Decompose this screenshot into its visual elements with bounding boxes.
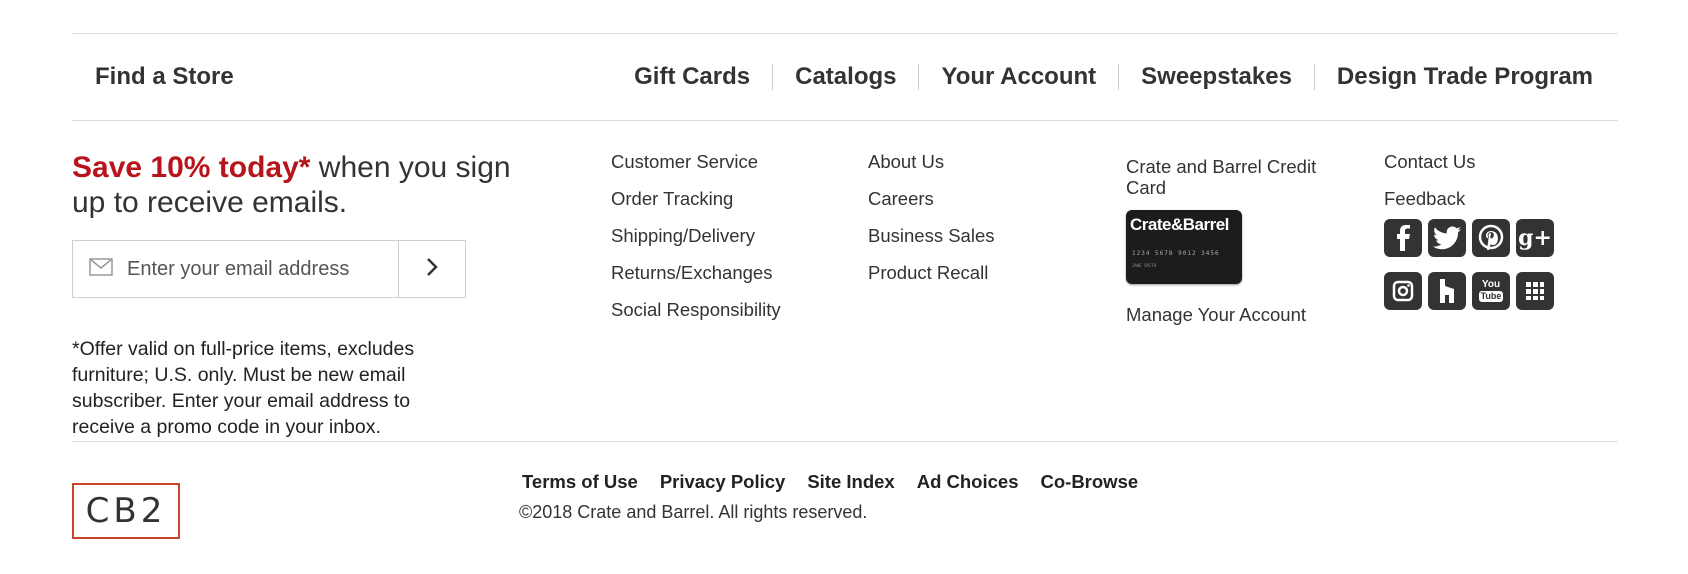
offer-disclaimer: *Offer valid on full-price items, exclud… [72, 338, 415, 438]
manage-account-link[interactable]: Manage Your Account [1126, 304, 1326, 326]
grid-app-icon[interactable] [1516, 272, 1554, 310]
nav-catalogs[interactable]: Catalogs [795, 63, 896, 91]
find-a-store-link[interactable]: Find a Store [95, 63, 234, 91]
card-number: 1234 5678 9012 3456 [1132, 250, 1220, 257]
card-brand-logo: Crate&Barrel [1130, 215, 1229, 234]
signup-headline: Save 10% today* when you sign up to rece… [72, 150, 512, 220]
credit-card-column: Crate and Barrel Credit Card Crate&Barre… [1126, 156, 1326, 326]
contact-column: Contact Us Feedback g+ You Tube [1384, 151, 1554, 310]
link-terms-of-use[interactable]: Terms of Use [522, 471, 638, 493]
card-holder-name: JANE SMITH [1132, 263, 1157, 268]
pinterest-icon[interactable] [1472, 219, 1510, 257]
youtube-label-top: You [1481, 279, 1501, 290]
nav-separator [772, 64, 774, 90]
google-plus-icon[interactable]: g+ [1516, 219, 1554, 257]
link-product-recall[interactable]: Product Recall [868, 262, 994, 299]
email-signup-form [72, 240, 466, 298]
top-nav: Find a Store Gift Cards Catalogs Your Ac… [72, 33, 1618, 120]
link-order-tracking[interactable]: Order Tracking [611, 188, 781, 225]
bottom-divider [72, 441, 1618, 442]
email-input-wrap [73, 241, 398, 297]
email-submit-button[interactable] [398, 241, 465, 297]
company-links-column: About Us Careers Business Sales Product … [868, 151, 994, 299]
legal-links: Terms of Use Privacy Policy Site Index A… [522, 471, 1160, 493]
signup-headline-emphasis: Save 10% today* [72, 151, 311, 184]
twitter-icon[interactable] [1428, 219, 1466, 257]
link-site-index[interactable]: Site Index [807, 471, 894, 493]
link-returns-exchanges[interactable]: Returns/Exchanges [611, 262, 781, 299]
top-nav-links: Gift Cards Catalogs Your Account Sweepst… [634, 63, 1593, 91]
link-business-sales[interactable]: Business Sales [868, 225, 994, 262]
nav-bottom-divider [72, 120, 1618, 121]
envelope-icon [89, 257, 113, 281]
credit-card-image[interactable]: Crate&Barrel 1234 5678 9012 3456 JANE SM… [1126, 210, 1242, 284]
copyright-text: ©2018 Crate and Barrel. All rights reser… [519, 502, 868, 522]
link-about-us[interactable]: About Us [868, 151, 994, 188]
nav-your-account[interactable]: Your Account [941, 63, 1096, 91]
link-contact-us[interactable]: Contact Us [1384, 151, 1554, 188]
chevron-right-icon [425, 256, 439, 283]
link-shipping-delivery[interactable]: Shipping/Delivery [611, 225, 781, 262]
link-ad-choices[interactable]: Ad Choices [917, 471, 1019, 493]
link-feedback[interactable]: Feedback [1384, 188, 1554, 210]
link-co-browse[interactable]: Co-Browse [1041, 471, 1139, 493]
nav-gift-cards[interactable]: Gift Cards [634, 63, 750, 91]
nav-separator [1118, 64, 1120, 90]
link-customer-service[interactable]: Customer Service [611, 151, 781, 188]
facebook-icon[interactable] [1384, 219, 1422, 257]
credit-card-link[interactable]: Crate and Barrel Credit Card [1126, 156, 1326, 198]
social-icons: g+ You Tube [1384, 219, 1554, 310]
google-plus-label: g+ [1518, 225, 1552, 251]
youtube-label-bottom: Tube [1478, 291, 1504, 302]
email-signup: Save 10% today* when you sign up to rece… [72, 150, 512, 438]
nav-design-trade-program[interactable]: Design Trade Program [1337, 63, 1593, 91]
nav-separator [1313, 64, 1315, 90]
instagram-icon[interactable] [1384, 272, 1422, 310]
link-social-responsibility[interactable]: Social Responsibility [611, 299, 781, 336]
link-privacy-policy[interactable]: Privacy Policy [660, 471, 785, 493]
nav-separator [918, 64, 920, 90]
cb2-logo[interactable]: CB2 [72, 483, 180, 539]
email-input[interactable] [125, 256, 389, 282]
customer-links-column: Customer Service Order Tracking Shipping… [611, 151, 781, 336]
link-careers[interactable]: Careers [868, 188, 994, 225]
houzz-icon[interactable] [1428, 272, 1466, 310]
nav-sweepstakes[interactable]: Sweepstakes [1141, 63, 1292, 91]
youtube-icon[interactable]: You Tube [1472, 272, 1510, 310]
